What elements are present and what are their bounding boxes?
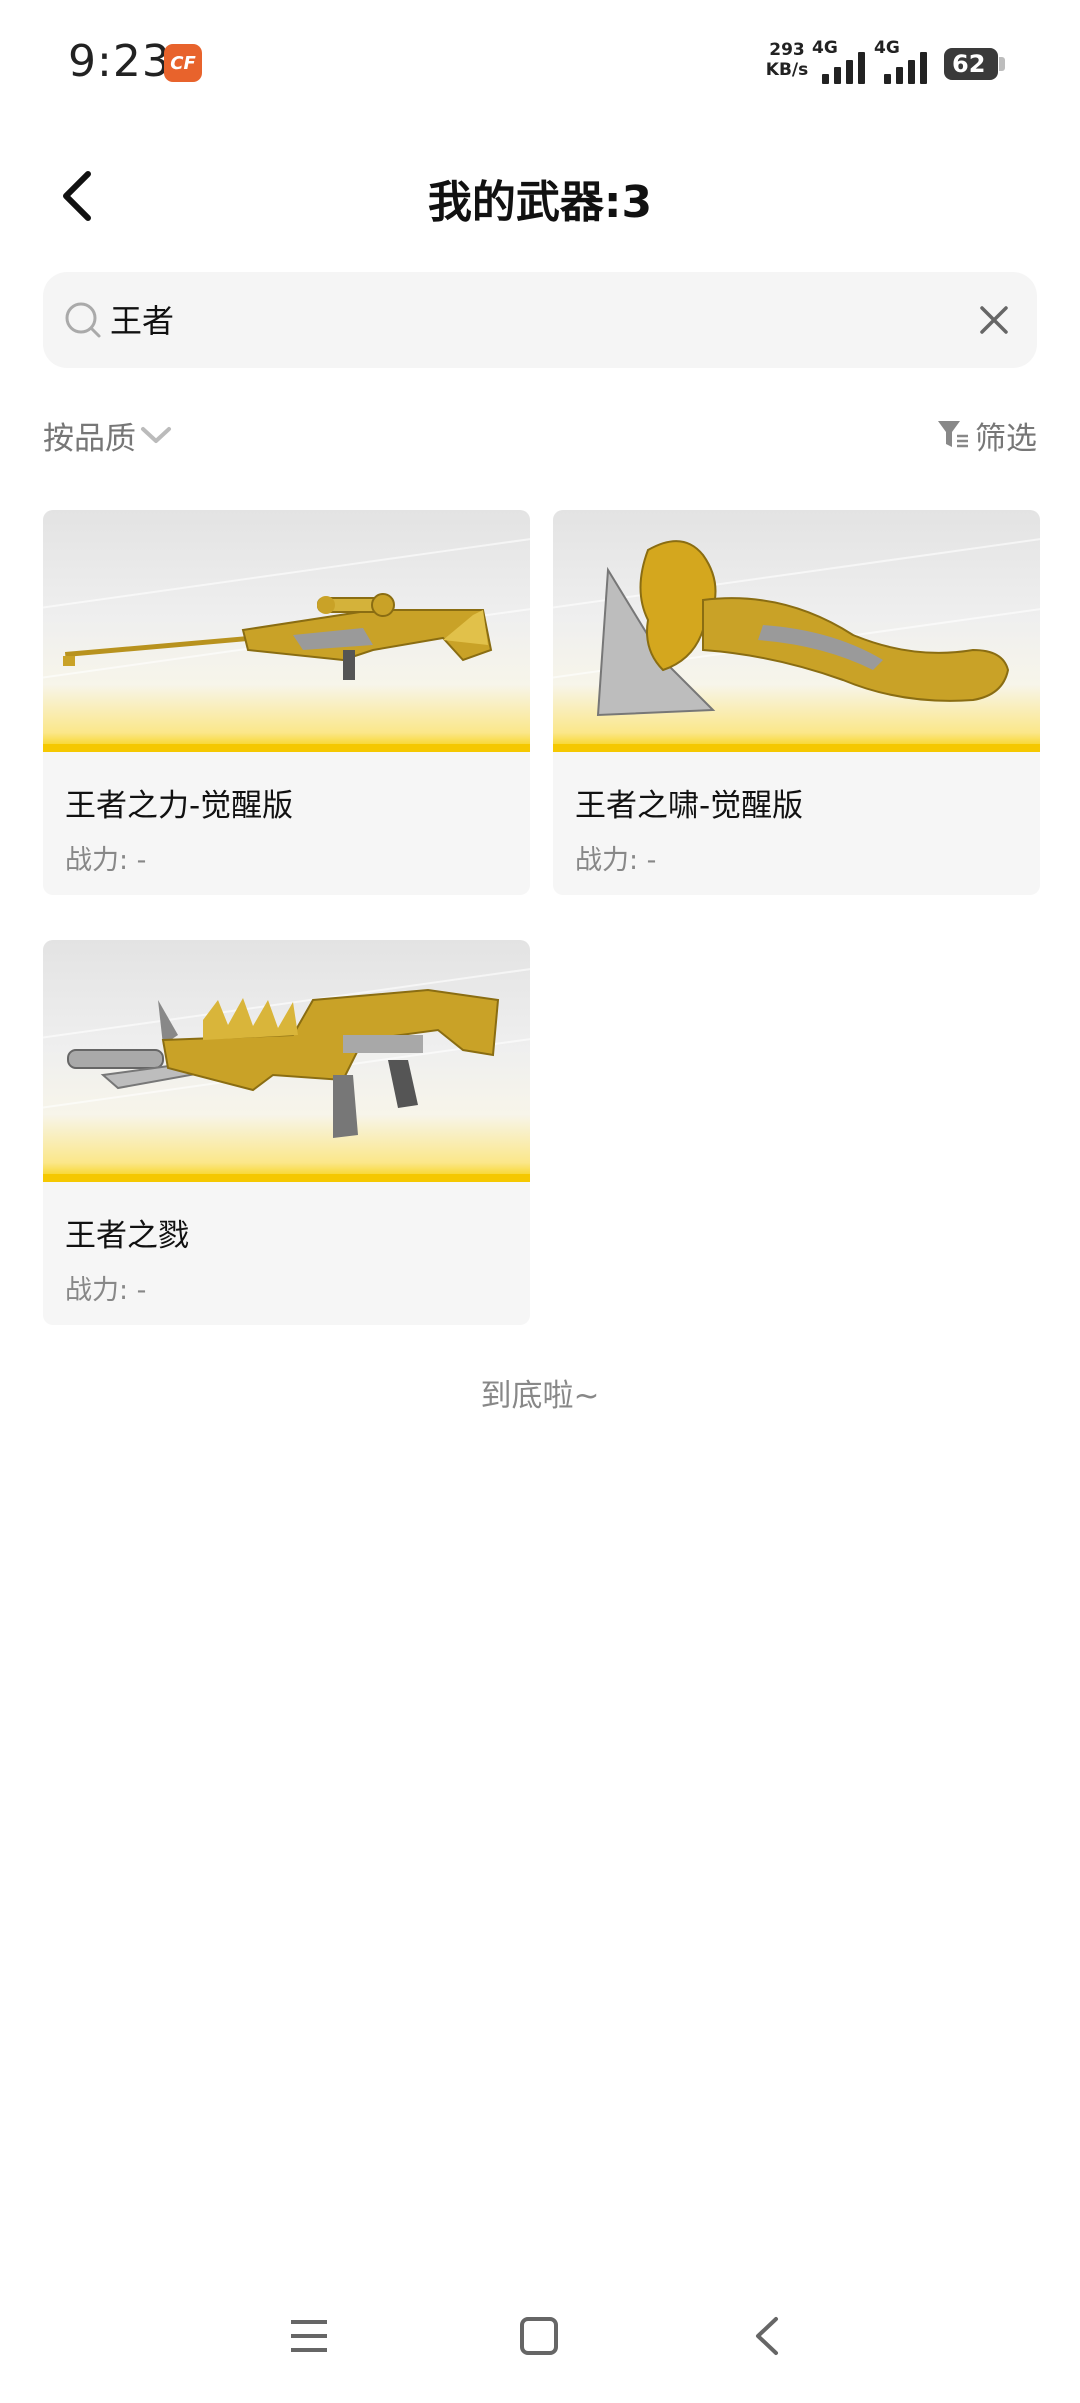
weapon-power: 战力: - — [65, 845, 147, 876]
net-speed-unit: KB/s — [765, 60, 809, 80]
weapon-name: 王者之啸-觉醒版 — [575, 788, 804, 824]
app-badge-text: CF — [170, 52, 196, 74]
sort-label: 按品质 — [43, 420, 136, 457]
chevron-left-icon — [63, 171, 91, 221]
sniper-rifle-icon — [63, 593, 493, 680]
home-icon[interactable] — [519, 2316, 559, 2356]
signal-icon-sim2: 4G — [874, 38, 936, 84]
net-speed-value: 293 — [769, 40, 805, 60]
weapon-name: 王者之力-觉醒版 — [65, 788, 294, 824]
page-title: 我的武器:3 — [427, 177, 653, 228]
back-nav-icon[interactable] — [748, 2316, 788, 2356]
weapon-card[interactable]: 王者之力-觉醒版 战力: - — [43, 510, 530, 895]
weapon-name: 王者之戮 — [65, 1218, 189, 1254]
close-icon[interactable] — [974, 300, 1014, 340]
end-of-list-text: 到底啦~ — [480, 1378, 600, 1414]
signal-icon-sim1: 4G — [812, 38, 870, 84]
app-notification-icon: CF — [164, 44, 202, 82]
weapon-image — [43, 940, 530, 1182]
weapon-card[interactable]: 王者之戮 战力: - — [43, 940, 530, 1325]
search-icon — [65, 302, 101, 338]
battery-level: 62 — [952, 50, 986, 78]
chevron-down-icon — [141, 427, 171, 443]
sort-by-quality-dropdown[interactable]: 按品质 — [43, 410, 172, 460]
weapon-power: 战力: - — [575, 845, 657, 876]
status-time: 9:23 — [68, 36, 171, 87]
weapon-image — [43, 510, 530, 752]
assault-rifle-icon — [67, 988, 500, 1138]
battery-icon: 62 — [944, 48, 998, 80]
filter-button[interactable]: 筛选 — [935, 410, 1037, 460]
battery-tip — [999, 57, 1005, 71]
weapon-card[interactable]: 王者之啸-觉醒版 战力: - — [553, 510, 1040, 895]
filter-label: 筛选 — [975, 420, 1037, 457]
menu-icon[interactable] — [289, 2316, 329, 2356]
lion-axe-icon — [596, 540, 1010, 717]
search-input[interactable] — [110, 288, 930, 350]
filter-icon — [938, 421, 968, 448]
weapon-image — [553, 510, 1040, 752]
network-speed: 293 KB/s — [758, 40, 816, 80]
back-button[interactable] — [50, 166, 102, 226]
weapon-power: 战力: - — [65, 1275, 147, 1306]
